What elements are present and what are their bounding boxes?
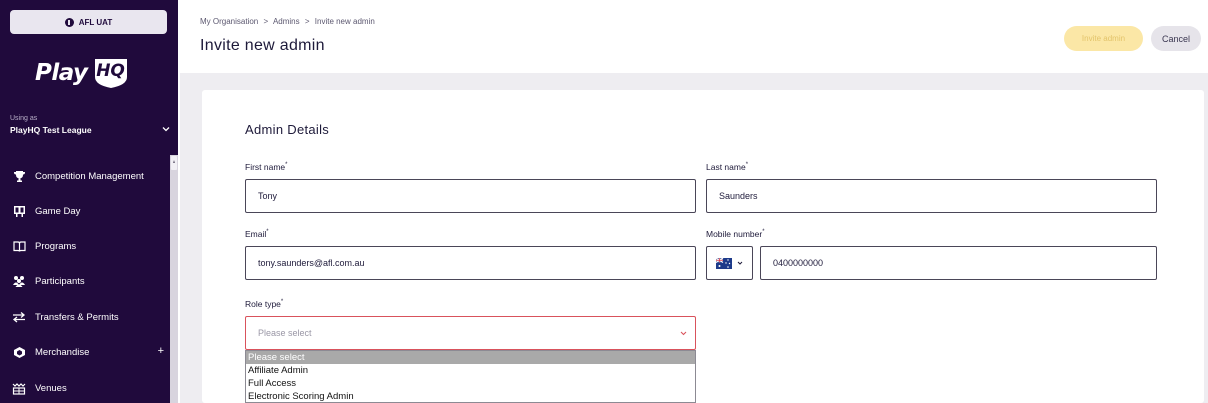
breadcrumb: My Organisation > Admins > Invite new ad… <box>200 17 378 26</box>
logo-badge: HQ <box>91 57 131 89</box>
nav-item-competition-management[interactable]: Competition Management <box>0 161 170 191</box>
environment-label: AFL UAT <box>78 17 113 27</box>
book-icon <box>12 239 26 253</box>
email-label: Email* <box>245 229 269 239</box>
chevron-down-icon[interactable] <box>162 125 170 133</box>
nav-item-programs[interactable]: Programs <box>0 231 170 261</box>
stadium-icon <box>12 381 26 395</box>
section-title: Admin Details <box>245 122 330 137</box>
cancel-button[interactable]: Cancel <box>1151 26 1201 51</box>
scroll-up-button[interactable] <box>171 156 177 170</box>
first-name-field[interactable]: Tony <box>245 179 696 213</box>
role-type-options: Please select Affiliate Admin Full Acces… <box>245 350 696 403</box>
role-option-full-access[interactable]: Full Access <box>246 377 695 390</box>
info-icon <box>64 17 74 27</box>
last-name-field[interactable]: Saunders <box>706 179 1157 213</box>
scoreboard-icon <box>12 204 26 218</box>
nav-label: Transfers & Permits <box>35 311 119 323</box>
country-code-select[interactable] <box>706 246 753 280</box>
nav-item-game-day[interactable]: Game Day <box>0 196 170 226</box>
page-title: Invite new admin <box>200 37 325 54</box>
breadcrumb-separator: > <box>263 17 269 26</box>
first-name-label: First name* <box>245 162 288 172</box>
transfer-arrows-icon <box>12 310 26 324</box>
mobile-number-label: Mobile number* <box>706 229 765 239</box>
sidebar-scrollbar[interactable] <box>170 155 178 403</box>
role-type-label: Role type* <box>245 299 284 309</box>
nav-item-venues[interactable]: Venues <box>0 373 170 403</box>
role-type-select[interactable]: Please select <box>245 316 696 350</box>
role-type-placeholder: Please select <box>258 328 312 338</box>
chevron-down-icon <box>737 261 743 265</box>
email-field[interactable]: tony.saunders@afl.com.au <box>245 246 696 280</box>
trophy-icon <box>12 169 26 183</box>
organisation-switcher[interactable]: PlayHQ Test League <box>10 125 92 135</box>
invite-admin-button[interactable]: Invite admin <box>1064 26 1143 51</box>
people-icon <box>12 274 26 288</box>
nav-label: Merchandise <box>35 346 90 358</box>
nav-label: Participants <box>35 275 85 287</box>
nav-label: Venues <box>35 382 67 394</box>
nav-label: Competition Management <box>35 170 144 182</box>
last-name-label: Last name* <box>706 162 749 172</box>
role-option-affiliate-admin[interactable]: Affiliate Admin <box>246 364 695 377</box>
using-as-label: Using as <box>10 115 38 122</box>
role-option-please-select[interactable]: Please select <box>246 351 695 364</box>
logo-badge-text: HQ <box>96 61 125 81</box>
role-option-electronic-scoring-admin[interactable]: Electronic Scoring Admin <box>246 390 695 403</box>
nav-item-merchandise[interactable]: Merchandise + <box>0 337 170 367</box>
nav-item-participants[interactable]: Participants <box>0 266 170 296</box>
mobile-number-field[interactable]: 0400000000 <box>760 246 1157 280</box>
breadcrumb-separator: > <box>304 17 310 26</box>
breadcrumb-my-organisation[interactable]: My Organisation <box>200 17 258 26</box>
australia-flag-icon <box>716 257 732 269</box>
playhq-logo[interactable]: Play HQ <box>35 56 131 90</box>
environment-badge: AFL UAT <box>10 10 167 34</box>
breadcrumb-admins[interactable]: Admins <box>273 17 300 26</box>
shirt-icon <box>12 345 26 359</box>
nav-item-transfers-permits[interactable]: Transfers & Permits <box>0 302 170 332</box>
nav-label: Programs <box>35 240 77 252</box>
chevron-down-icon <box>680 331 687 336</box>
logo-text: Play <box>35 60 88 86</box>
breadcrumb-current: Invite new admin <box>314 17 375 26</box>
expand-icon[interactable]: + <box>158 345 164 357</box>
nav-label: Game Day <box>35 205 81 217</box>
